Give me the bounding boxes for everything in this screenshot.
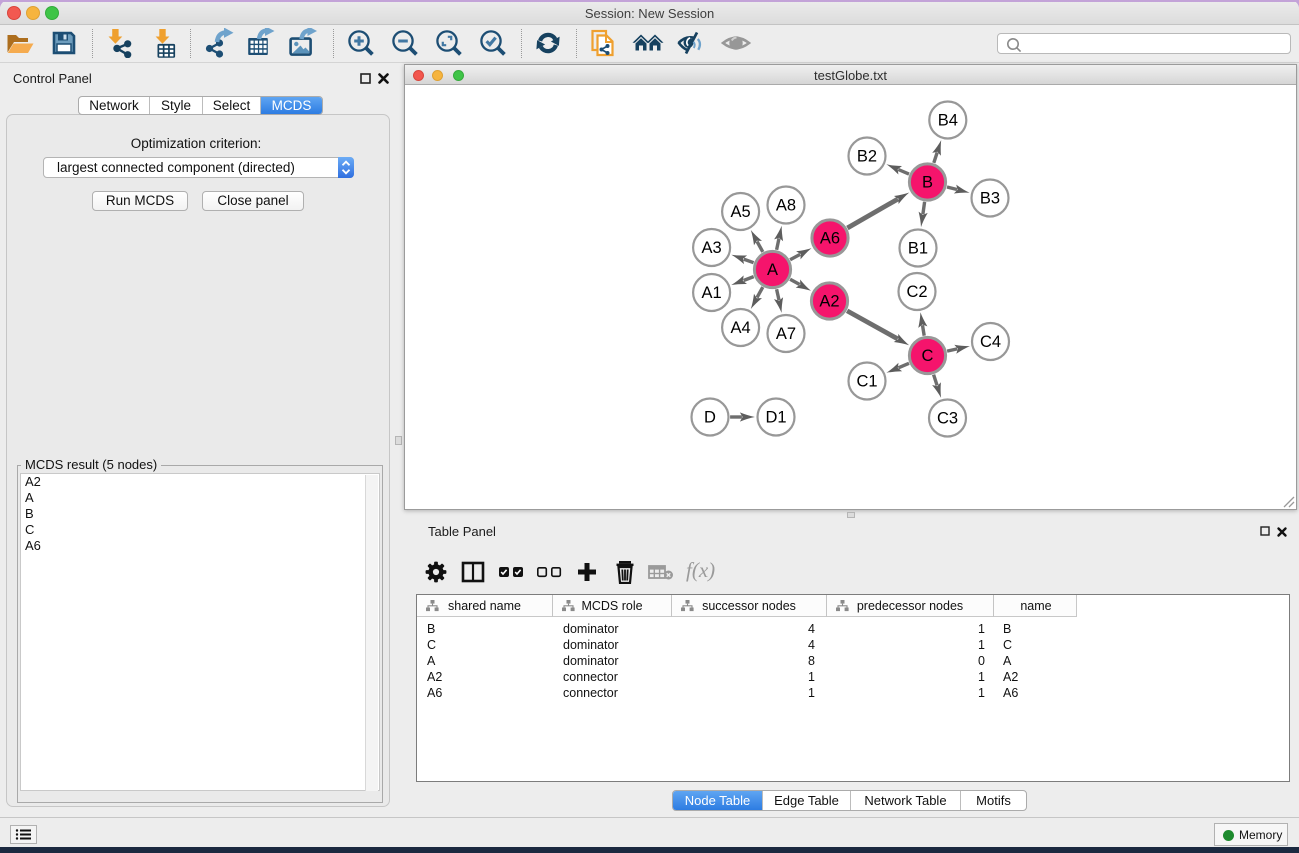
svg-text:A6: A6	[820, 230, 840, 248]
svg-text:D1: D1	[765, 409, 786, 427]
svg-text:C4: C4	[980, 333, 1001, 351]
svg-text:A4: A4	[731, 319, 751, 337]
svg-text:D: D	[704, 409, 716, 427]
svg-text:A7: A7	[776, 325, 796, 343]
svg-text:A1: A1	[702, 284, 722, 302]
svg-text:C1: C1	[856, 373, 877, 391]
svg-text:B1: B1	[908, 240, 928, 258]
svg-text:B: B	[922, 174, 933, 192]
svg-text:A3: A3	[702, 239, 722, 257]
svg-text:A: A	[767, 261, 778, 279]
svg-text:B3: B3	[980, 190, 1000, 208]
svg-text:C2: C2	[906, 283, 927, 301]
svg-text:A8: A8	[776, 197, 796, 215]
svg-text:C: C	[922, 347, 934, 365]
svg-text:B2: B2	[857, 148, 877, 166]
svg-text:A5: A5	[731, 203, 751, 221]
svg-text:B4: B4	[938, 112, 958, 130]
svg-text:C3: C3	[937, 410, 958, 428]
svg-text:A2: A2	[819, 293, 839, 311]
